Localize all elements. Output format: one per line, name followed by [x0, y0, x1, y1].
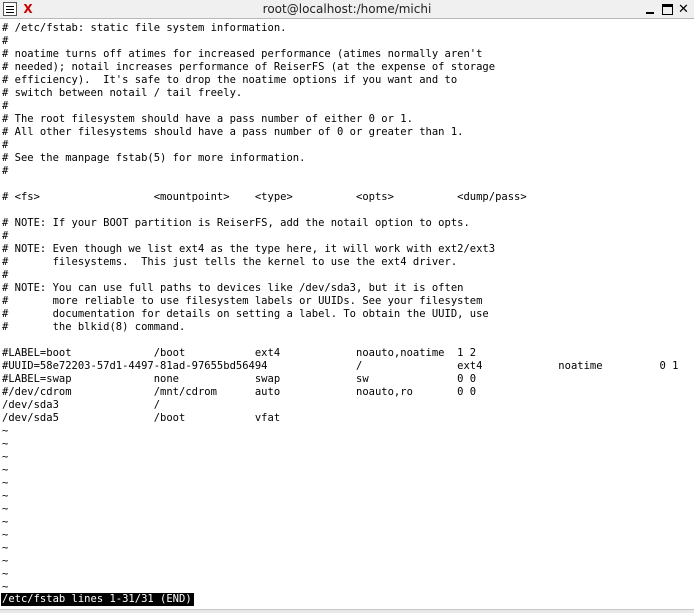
empty-line-marker: ~	[2, 477, 9, 489]
empty-line-marker: ~	[2, 529, 9, 541]
terminal-line: # NOTE: If your BOOT partition is Reiser…	[2, 217, 470, 229]
terminal-line: /dev/sda3 /	[2, 399, 161, 411]
empty-line-marker: ~	[2, 464, 9, 476]
window-title: root@localhost:/home/michi	[262, 2, 432, 16]
terminal-line: # the blkid(8) command.	[2, 321, 186, 333]
terminal-line: # <fs> <mountpoint> <type> <opts> <dump/…	[2, 191, 527, 203]
terminal-line: #LABEL=boot /boot ext4 noauto,noatime 1 …	[2, 347, 477, 359]
terminal-line: # The root filesystem should have a pass…	[2, 113, 413, 125]
terminal-line: #	[2, 139, 9, 151]
close-button[interactable]: ✕	[677, 3, 690, 16]
empty-line-marker: ~	[2, 425, 9, 437]
terminal-line: # All other filesystems should have a pa…	[2, 126, 464, 138]
terminal-line: # See the manpage fstab(5) for more info…	[2, 152, 306, 164]
pager-status-line: /etc/fstab lines 1-31/31 (END)	[1, 593, 194, 606]
maximize-button[interactable]	[661, 3, 674, 16]
terminal-line: # NOTE: Even though we list ext4 as the …	[2, 243, 496, 255]
minimize-button[interactable]	[644, 3, 657, 16]
terminal-line: # documentation for details on setting a…	[2, 308, 489, 320]
empty-line-marker: ~	[2, 542, 9, 554]
terminal-line: #LABEL=swap none swap sw 0 0	[2, 373, 477, 385]
terminal-line: #	[2, 100, 9, 112]
terminal-line: # noatime turns off atimes for increased…	[2, 48, 483, 60]
empty-line-marker: ~	[2, 451, 9, 463]
empty-line-marker: ~	[2, 503, 9, 515]
empty-line-marker: ~	[2, 438, 9, 450]
terminal-line: #	[2, 269, 9, 281]
empty-line-marker: ~	[2, 568, 9, 580]
terminal-line: #UUID=58e72203-57d1-4497-81ad-97655bd564…	[2, 360, 679, 372]
terminal-line: # NOTE: You can use full paths to device…	[2, 282, 464, 294]
terminal-line: #	[2, 165, 9, 177]
empty-line-marker: ~	[2, 516, 9, 528]
terminal-line: # efficiency). It's safe to drop the noa…	[2, 74, 458, 86]
terminal-line: #/dev/cdrom /mnt/cdrom auto noauto,ro 0 …	[2, 386, 477, 398]
empty-line-marker: ~	[2, 555, 9, 567]
terminal-line: # filesystems. This just tells the kerne…	[2, 256, 458, 268]
terminal-line: #	[2, 35, 9, 47]
terminal-pane[interactable]: # /etc/fstab: static file system informa…	[0, 20, 694, 613]
terminal-line: /dev/sda5 /boot vfat	[2, 412, 281, 424]
terminal-line: #	[2, 230, 9, 242]
window-menu-icon[interactable]	[3, 2, 17, 16]
empty-line-marker: ~	[2, 490, 9, 502]
terminal-line: # needed); notail increases performance …	[2, 61, 496, 73]
terminal-line: # switch between notail / tail freely.	[2, 87, 243, 99]
title-bar: root@localhost:/home/michi X ✕	[0, 0, 694, 19]
terminal-bottom-edge	[0, 609, 694, 613]
xterm-app-icon: X	[23, 2, 33, 16]
terminal-line: # more reliable to use filesystem labels…	[2, 295, 483, 307]
terminal-line: # /etc/fstab: static file system informa…	[2, 22, 287, 34]
